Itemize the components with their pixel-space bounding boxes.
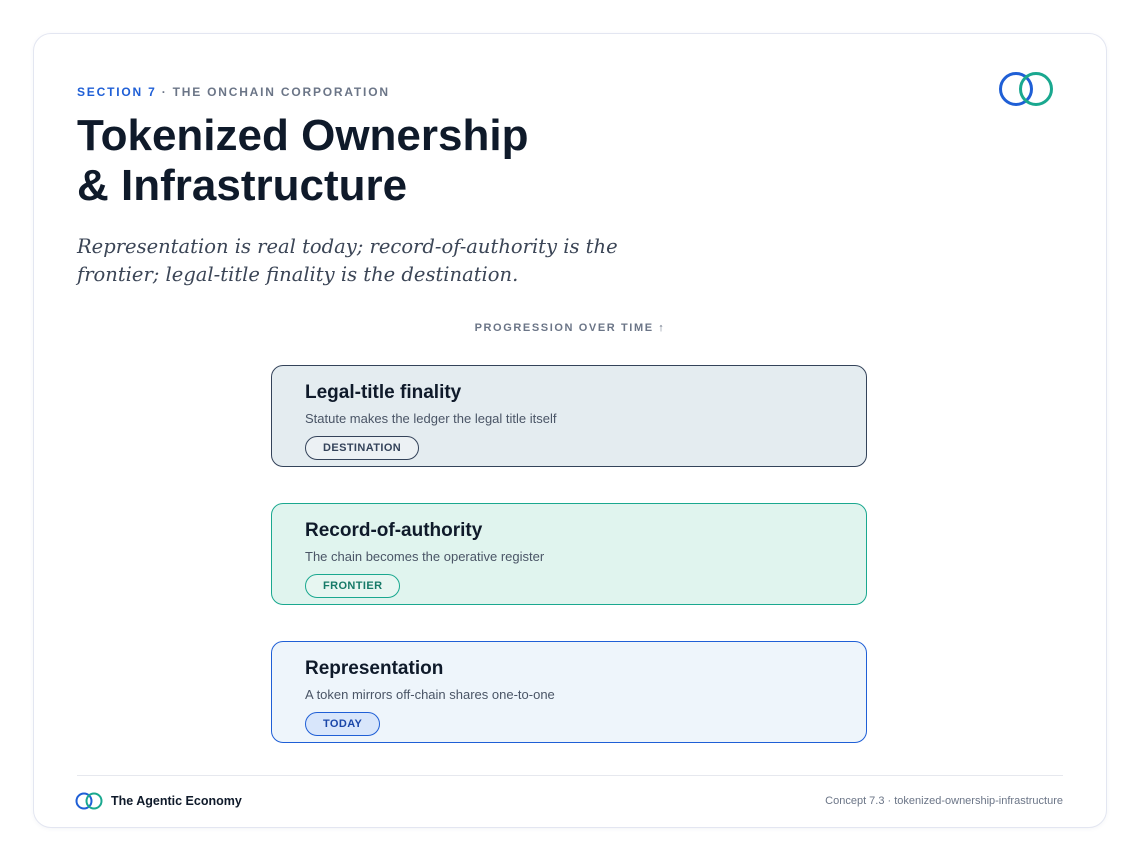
footer-divider <box>77 775 1063 776</box>
stage-badge-frontier: FRONTIER <box>305 574 401 598</box>
stage-description: A token mirrors off-chain shares one-to-… <box>305 687 555 702</box>
progression-axis-label: PROGRESSION OVER TIME ↑ <box>474 322 666 334</box>
stage-card-legal-title-finality: Legal-title finality Statute makes the l… <box>271 365 867 467</box>
interlocking-rings-icon <box>75 792 103 810</box>
footer-concept-meta: Concept 7.3 · tokenized-ownership-infras… <box>825 795 1063 807</box>
interlocking-rings-icon <box>999 72 1053 106</box>
page-title-line-1: Tokenized Ownership <box>77 111 529 160</box>
page-title-line-2: & Infrastructure <box>77 161 408 210</box>
stage-title: Representation <box>305 658 444 679</box>
stage-card-record-of-authority: Record-of-authority The chain becomes th… <box>271 503 867 605</box>
stage-card-representation: Representation A token mirrors off-chain… <box>271 641 867 743</box>
stage-badge-today: TODAY <box>305 712 381 736</box>
stage-description: Statute makes the ledger the legal title… <box>305 411 557 426</box>
section-eyebrow: SECTION 7 · THE ONCHAIN CORPORATION <box>77 85 390 99</box>
page-title: Tokenized Ownership & Infrastructure <box>77 111 717 211</box>
footer-brand: The Agentic Economy <box>111 794 242 808</box>
section-number: SECTION 7 <box>77 85 157 99</box>
stage-title: Record-of-authority <box>305 520 483 541</box>
page-subtitle: Representation is real today; record-of-… <box>77 235 618 286</box>
stage-title: Legal-title finality <box>305 382 462 403</box>
stage-badge-destination: DESTINATION <box>305 436 420 460</box>
stage-description: The chain becomes the operative register <box>305 549 545 564</box>
section-context: · THE ONCHAIN CORPORATION <box>161 85 390 99</box>
